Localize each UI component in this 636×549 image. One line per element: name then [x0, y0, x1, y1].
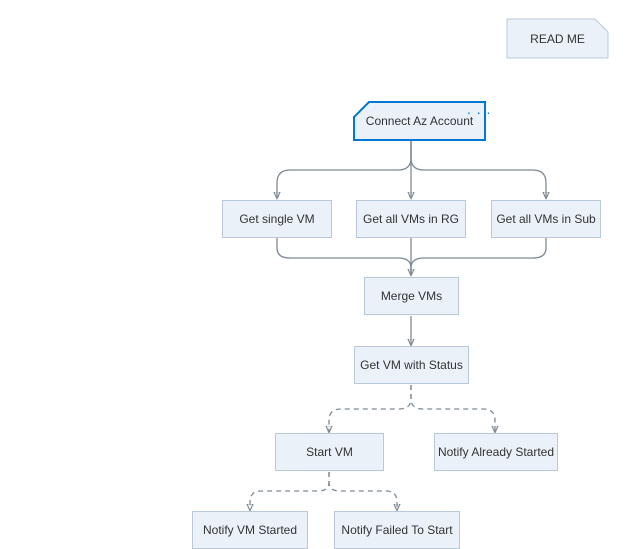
notify-vm-started-label: Notify VM Started [203, 523, 297, 537]
merge-vms-node[interactable]: Merge VMs [364, 277, 459, 315]
connect-az-account-node[interactable]: Connect Az Account [354, 102, 485, 140]
start-vm-label: Start VM [306, 445, 353, 459]
merge-vms-label: Merge VMs [381, 289, 442, 303]
get-all-vms-sub-label: Get all VMs in Sub [496, 212, 595, 226]
get-all-vms-rg-label: Get all VMs in RG [363, 212, 459, 226]
notify-vm-started-node[interactable]: Notify VM Started [192, 511, 308, 549]
get-single-vm-label: Get single VM [239, 212, 314, 226]
get-vm-status-node[interactable]: Get VM with Status [354, 346, 469, 384]
notify-failed-node[interactable]: Notify Failed To Start [334, 511, 460, 549]
connect-ellipsis-icon[interactable]: . . . [467, 101, 491, 117]
notify-failed-label: Notify Failed To Start [341, 523, 452, 537]
start-vm-node[interactable]: Start VM [275, 433, 384, 471]
notify-already-started-node[interactable]: Notify Already Started [434, 433, 558, 471]
notify-already-started-label: Notify Already Started [438, 445, 554, 459]
get-all-vms-sub-node[interactable]: Get all VMs in Sub [491, 200, 601, 238]
get-all-vms-rg-node[interactable]: Get all VMs in RG [356, 200, 466, 238]
get-single-vm-node[interactable]: Get single VM [222, 200, 332, 238]
connect-label: Connect Az Account [366, 114, 473, 128]
get-vm-status-label: Get VM with Status [360, 358, 463, 372]
ellipsis-label: . . . [467, 101, 491, 117]
